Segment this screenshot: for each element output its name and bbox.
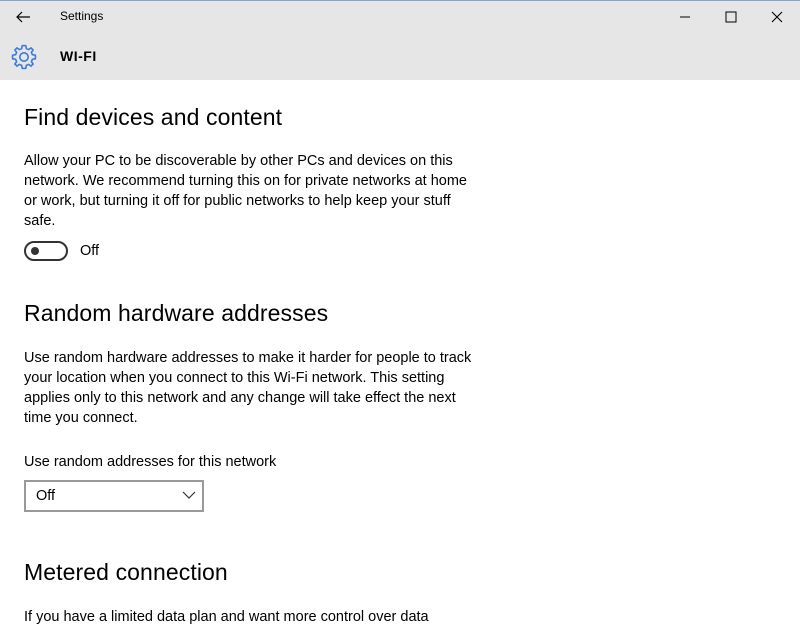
- find-devices-toggle-row: Off: [24, 240, 99, 262]
- section-title-metered: Metered connection: [24, 559, 228, 585]
- gear-icon: [11, 44, 37, 70]
- arrow-left-icon: [16, 11, 30, 22]
- minimize-button[interactable]: [662, 1, 708, 32]
- dropdown-selected-value: Off: [36, 488, 56, 504]
- chevron-down-icon: [182, 491, 196, 499]
- random-addresses-dropdown[interactable]: Off: [24, 480, 204, 512]
- window-title: Settings: [60, 9, 104, 23]
- close-icon: [771, 11, 783, 22]
- find-devices-toggle[interactable]: [24, 241, 68, 261]
- toggle-knob: [31, 247, 39, 255]
- maximize-button[interactable]: [708, 1, 754, 32]
- toggle-state-label: Off: [80, 243, 100, 259]
- page-header: WI-FI: [0, 32, 800, 80]
- maximize-icon: [725, 11, 737, 22]
- random-addresses-label: Use random addresses for this network: [24, 454, 277, 470]
- section-description-random-hardware: Use random hardware addresses to make it…: [24, 350, 472, 426]
- section-title-find-devices: Find devices and content: [24, 104, 283, 130]
- settings-window: Settings WI-FI Find devices and content …: [0, 0, 800, 632]
- title-bar: Settings: [0, 1, 800, 32]
- section-description-find-devices: Allow your PC to be discoverable by othe…: [24, 153, 467, 229]
- section-description-metered: If you have a limited data plan and want…: [24, 609, 429, 625]
- section-title-random-hardware: Random hardware addresses: [24, 300, 329, 326]
- back-button[interactable]: [0, 1, 46, 32]
- minimize-icon: [680, 16, 690, 17]
- close-button[interactable]: [754, 1, 800, 32]
- page-title: WI-FI: [60, 48, 97, 64]
